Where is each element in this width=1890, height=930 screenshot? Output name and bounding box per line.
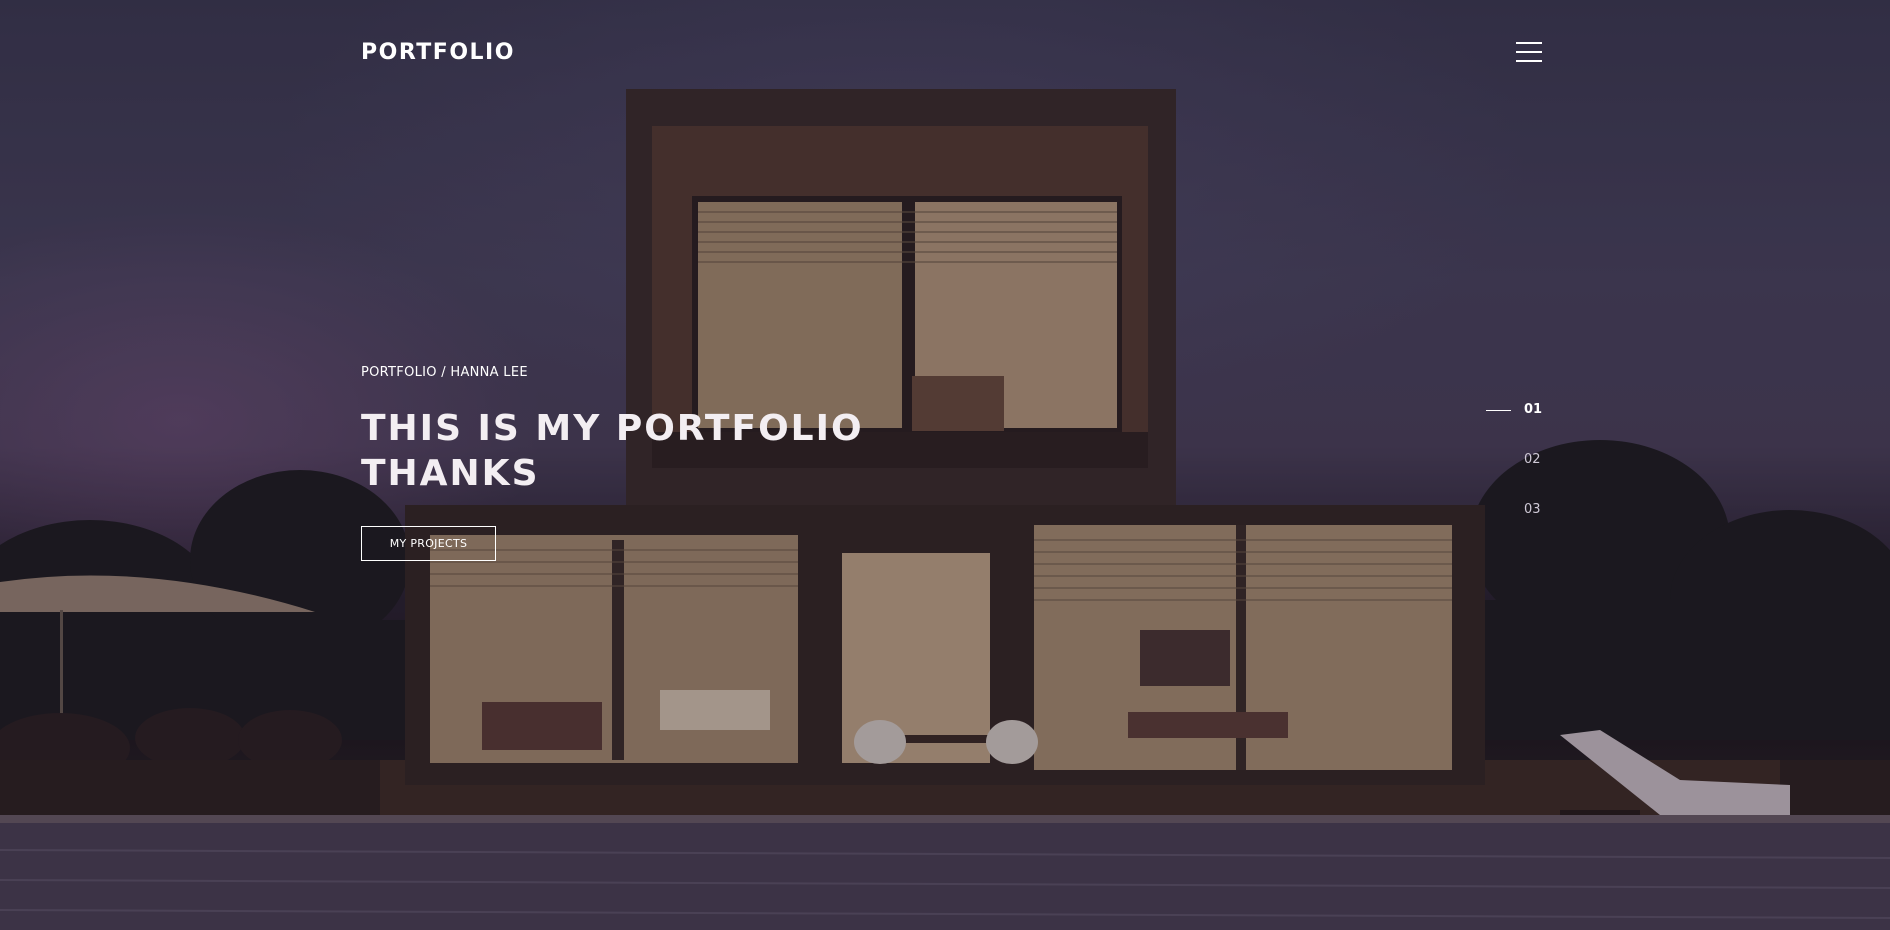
pager-number: 01 [1524, 402, 1543, 417]
pager-item-02[interactable]: 02 [1486, 450, 1556, 470]
hamburger-icon-line [1516, 60, 1542, 62]
hero-section: PORTFOLIO PORTFOLIO / HANNA LEE THIS IS … [0, 0, 1890, 930]
my-projects-button[interactable]: MY PROJECTS [361, 526, 496, 561]
active-indicator-line [1486, 410, 1511, 411]
hamburger-menu-button[interactable] [1516, 42, 1542, 64]
breadcrumb: PORTFOLIO / HANNA LEE [361, 365, 528, 380]
pager-item-03[interactable]: 03 [1486, 500, 1556, 520]
hero-title-line-1: THIS IS MY PORTFOLIO [361, 408, 864, 449]
image-overlay [0, 0, 1890, 930]
hamburger-icon-line [1516, 51, 1542, 53]
pager-number: 03 [1524, 502, 1541, 517]
pager-item-01[interactable]: 01 [1486, 400, 1556, 420]
hero-title: THIS IS MY PORTFOLIO THANKS [361, 406, 921, 496]
hamburger-icon-line [1516, 42, 1542, 44]
pager-number: 02 [1524, 452, 1541, 467]
hero-title-line-2: THANKS [361, 453, 540, 494]
site-logo[interactable]: PORTFOLIO [361, 40, 515, 65]
